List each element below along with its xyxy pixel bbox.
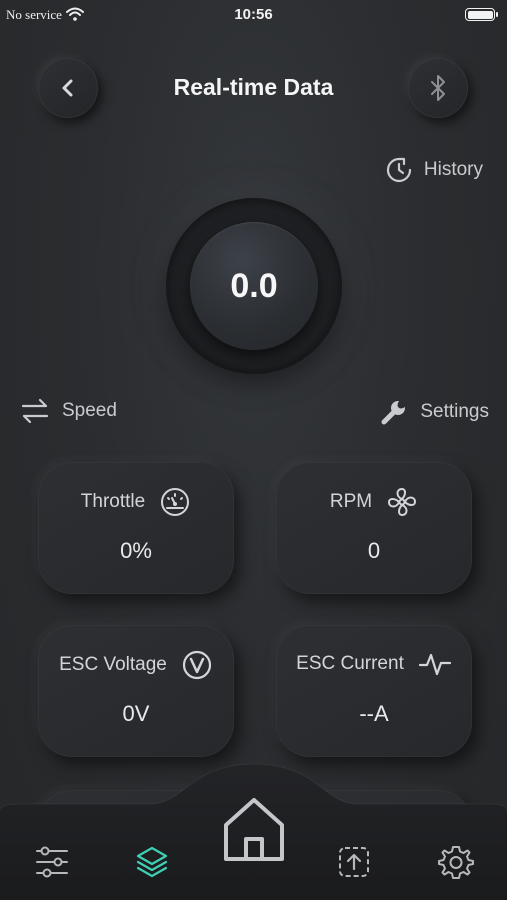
fan-icon [388, 487, 417, 517]
throttle-value: 0% [120, 538, 152, 563]
pulse-icon [418, 653, 451, 676]
history-label: History [423, 159, 483, 180]
speedometer-icon [161, 488, 190, 516]
settings-label: Settings [420, 401, 489, 422]
rpm-label: RPM [329, 491, 373, 512]
bluetooth-icon [431, 75, 445, 101]
speed-label: Speed [62, 400, 117, 421]
home-icon [224, 798, 284, 861]
swap-arrows-icon [21, 398, 49, 424]
settings-link[interactable]: Settings [380, 398, 489, 426]
rpm-card: RPM 0 [276, 462, 472, 594]
rpm-value: 0 [367, 538, 381, 563]
tab-home[interactable] [216, 790, 292, 870]
speed-gauge: 0.0 [166, 198, 342, 374]
esc-voltage-value: 0V [122, 701, 150, 726]
status-time: 10:56 [234, 6, 273, 23]
esc-voltage-label: ESC Voltage [59, 654, 167, 675]
voltage-icon [182, 650, 211, 680]
tab-layers[interactable] [130, 840, 174, 884]
tab-controls[interactable] [30, 842, 74, 882]
speed-toggle[interactable]: Speed [20, 398, 117, 424]
esc-current-card: ESC Current --A [276, 625, 472, 757]
esc-current-label: ESC Current [296, 653, 404, 674]
tab-settings[interactable] [434, 840, 478, 884]
gauge-knob: 0.0 [190, 222, 318, 350]
gear-icon [438, 846, 474, 879]
gauge-value: 0.0 [230, 266, 278, 305]
sliders-icon [36, 846, 68, 878]
history-link[interactable]: History [384, 155, 483, 185]
status-bar: No service 10:56 [0, 0, 507, 30]
tab-upload[interactable] [332, 840, 376, 884]
esc-voltage-card: ESC Voltage 0V [38, 625, 234, 757]
history-clock-icon [386, 157, 411, 183]
layers-icon [136, 846, 168, 878]
esc-current-value: --A [359, 701, 389, 726]
bluetooth-button[interactable] [408, 58, 468, 118]
battery-icon [465, 8, 498, 21]
app-screen: No service 10:56 Real-time Data History … [0, 0, 507, 900]
throttle-label: Throttle [80, 491, 146, 512]
wrench-icon [381, 398, 409, 425]
upload-icon [339, 847, 369, 877]
throttle-card: Throttle 0% [38, 462, 234, 594]
